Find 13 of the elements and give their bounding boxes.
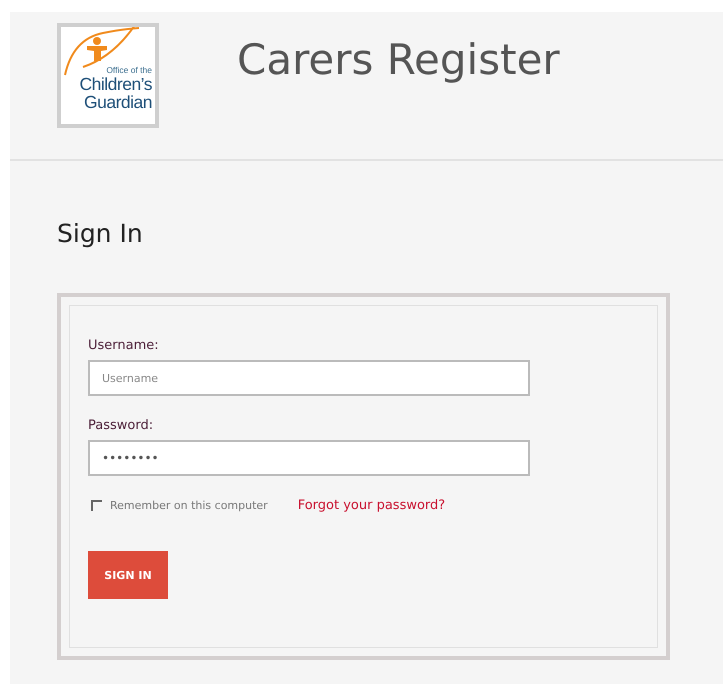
sign-in-button[interactable]: SIGN IN bbox=[88, 551, 168, 599]
section-heading: Sign In bbox=[57, 219, 144, 248]
field-label: Password: bbox=[88, 418, 154, 433]
logo-text: Office of the bbox=[106, 65, 152, 75]
password-field[interactable]: •••••••• bbox=[88, 440, 530, 476]
page-title: Carers Register bbox=[237, 35, 560, 84]
username-field[interactable]: Username bbox=[88, 360, 530, 396]
forgot-password-link[interactable]: Forgot your password? bbox=[298, 498, 446, 513]
checkbox[interactable] bbox=[91, 500, 102, 511]
logo-text: Children’s bbox=[80, 75, 152, 93]
field-label: Username: bbox=[88, 338, 160, 353]
checkbox-label: Remember on this computer bbox=[110, 499, 268, 512]
logo-text: Guardian bbox=[84, 93, 152, 111]
